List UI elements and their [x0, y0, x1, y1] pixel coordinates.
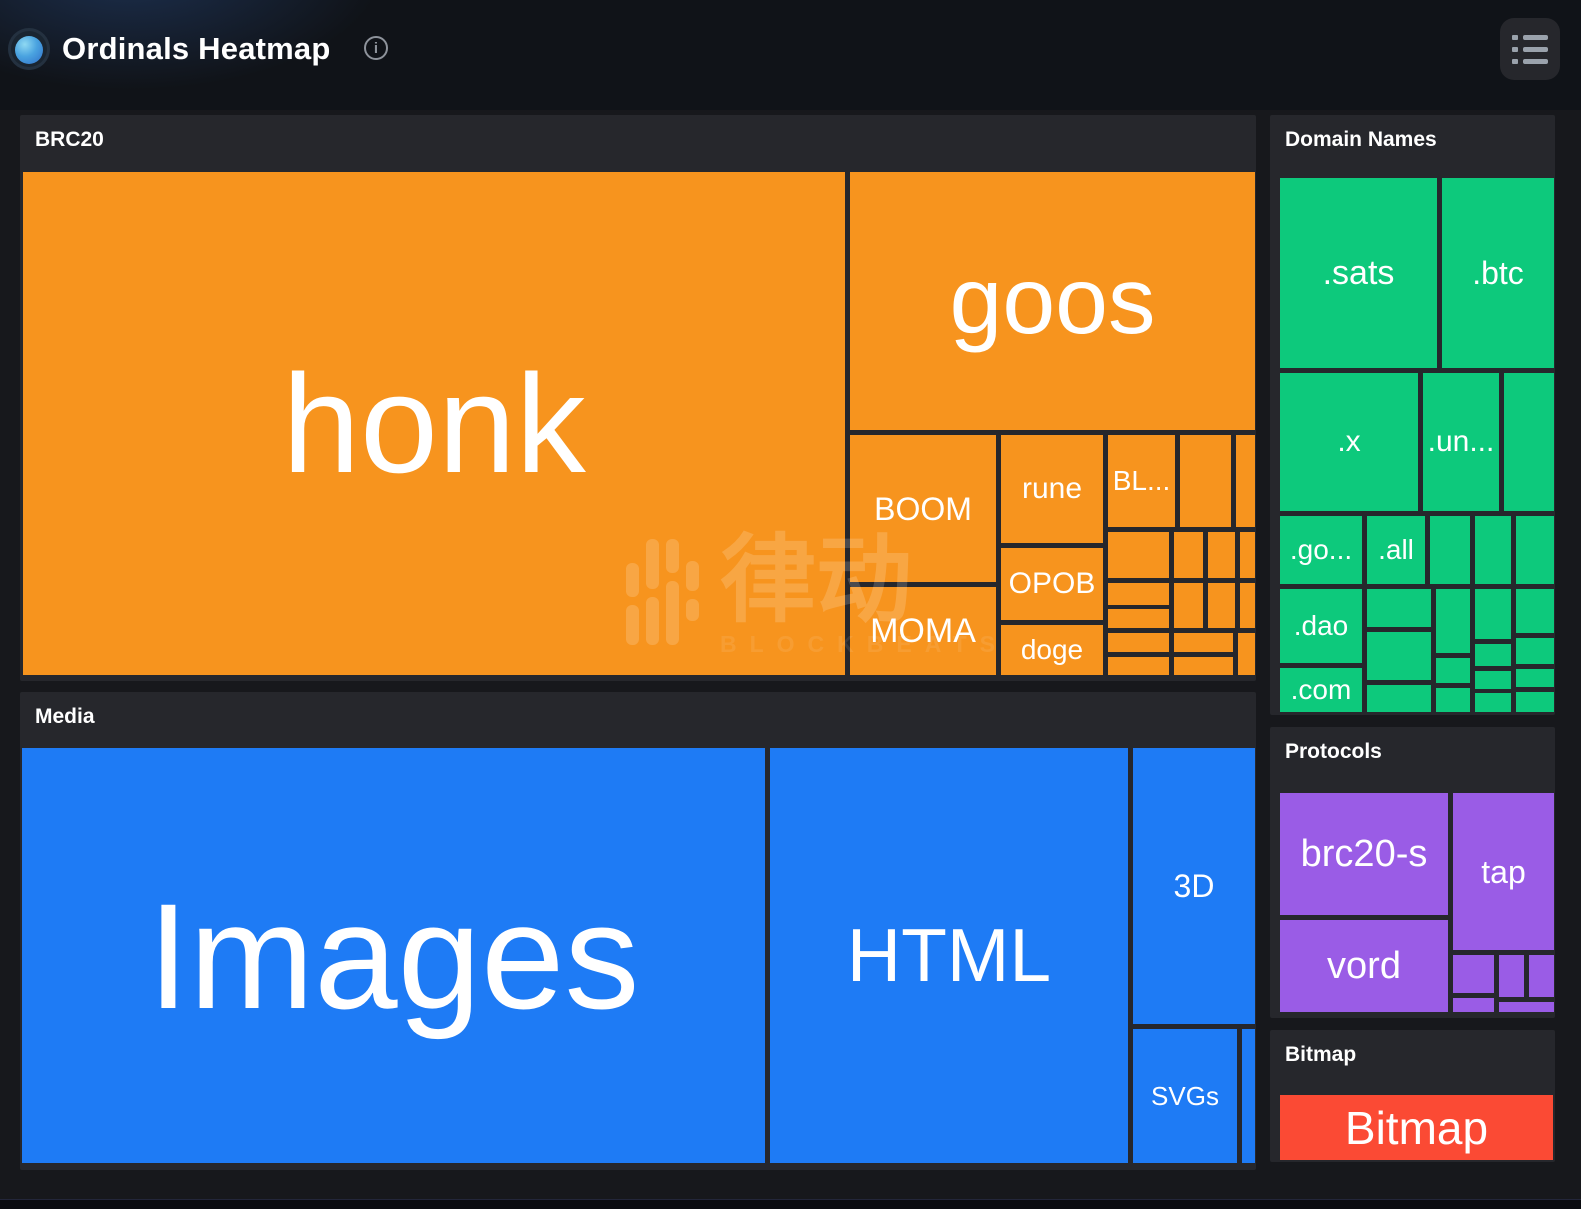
section-media: Media Images HTML 3D SVGs: [20, 692, 1256, 1170]
treemap-cell-html[interactable]: HTML: [770, 748, 1128, 1163]
treemap-cell[interactable]: [1108, 609, 1169, 628]
treemap-cell[interactable]: [1475, 589, 1511, 639]
section-bitmap: Bitmap Bitmap: [1270, 1030, 1555, 1162]
treemap-cell[interactable]: [1180, 435, 1231, 527]
treemap-cell[interactable]: [1453, 998, 1494, 1012]
treemap-cell[interactable]: [1108, 657, 1169, 675]
treemap-cell[interactable]: [1516, 669, 1554, 687]
treemap-cell[interactable]: [1475, 693, 1511, 712]
treemap-cell-all[interactable]: .all: [1367, 516, 1425, 584]
treemap-cell[interactable]: [1436, 688, 1470, 712]
treemap-cell[interactable]: [1208, 532, 1235, 578]
page-title: Ordinals Heatmap: [62, 31, 331, 66]
list-menu-icon: [1512, 34, 1548, 40]
treemap-cell[interactable]: [1367, 589, 1431, 627]
ordinals-heatmap-app: Ordinals Heatmap i BRC20 honk goos BOOM MOMA…: [0, 0, 1581, 1209]
treemap-cell[interactable]: [1516, 589, 1554, 633]
treemap-cell-doge[interactable]: doge: [1001, 625, 1103, 675]
app-logo-icon: [8, 28, 50, 70]
treemap-cell[interactable]: [1208, 583, 1235, 628]
section-title-brc20: BRC20: [35, 128, 104, 151]
treemap-cell[interactable]: [1174, 633, 1233, 652]
treemap-cell-svgs[interactable]: SVGs: [1133, 1029, 1237, 1163]
treemap-cell-com[interactable]: .com: [1280, 668, 1362, 712]
treemap-cell[interactable]: [1475, 644, 1511, 666]
treemap-cell-bl[interactable]: BL...: [1108, 435, 1175, 527]
section-title-media: Media: [35, 705, 95, 728]
treemap-cell-x[interactable]: .x: [1280, 373, 1418, 511]
info-icon[interactable]: i: [364, 36, 388, 60]
treemap-cell[interactable]: [1174, 583, 1203, 628]
treemap-cell[interactable]: [1516, 638, 1554, 664]
section-title-bitmap: Bitmap: [1285, 1043, 1357, 1066]
treemap-cell[interactable]: [1236, 435, 1255, 527]
treemap-cell-btc[interactable]: .btc: [1442, 178, 1554, 368]
section-title-protocols: Protocols: [1285, 740, 1382, 763]
treemap-cell-images[interactable]: Images: [22, 748, 765, 1163]
treemap-cell[interactable]: [1108, 532, 1169, 578]
treemap-cell[interactable]: [1436, 658, 1470, 683]
treemap-cell-rune[interactable]: rune: [1001, 435, 1103, 543]
section-protocols: Protocols brc20-s vord tap: [1270, 727, 1555, 1018]
treemap-cell-tap[interactable]: tap: [1453, 793, 1554, 950]
treemap-cell[interactable]: [1475, 671, 1511, 689]
treemap-cell-un[interactable]: .un...: [1423, 373, 1499, 511]
treemap-cell[interactable]: [1174, 657, 1233, 675]
top-bar: Ordinals Heatmap i: [0, 0, 1581, 110]
treemap-cell-go[interactable]: .go...: [1280, 516, 1362, 584]
treemap-cell-boom[interactable]: BOOM: [850, 435, 996, 582]
treemap-cell[interactable]: [1475, 516, 1511, 584]
section-title-domain-names: Domain Names: [1285, 128, 1437, 151]
menu-button[interactable]: [1500, 18, 1560, 80]
treemap-cell[interactable]: [1504, 373, 1554, 511]
treemap-cell-sats[interactable]: .sats: [1280, 178, 1437, 368]
treemap-cell[interactable]: [1174, 532, 1203, 578]
treemap-cell[interactable]: [1238, 633, 1255, 675]
treemap-cell[interactable]: [1108, 633, 1169, 652]
treemap-cell-goos[interactable]: goos: [850, 172, 1255, 430]
treemap-cell[interactable]: [1367, 632, 1431, 680]
section-domain-names: Domain Names .sats .btc .x .un... .go... .all.…: [1270, 115, 1555, 715]
treemap-cell[interactable]: [1499, 1002, 1554, 1012]
treemap-cell-honk[interactable]: honk: [23, 172, 845, 675]
treemap-cell[interactable]: [1240, 583, 1255, 628]
treemap-cell-dao[interactable]: .dao: [1280, 589, 1362, 663]
treemap-cell[interactable]: [1108, 583, 1169, 605]
treemap-cell[interactable]: [1436, 589, 1470, 653]
treemap-cell[interactable]: [1367, 685, 1431, 712]
section-brc20: BRC20 honk goos BOOM MOMA rune OPOB doge BL...: [20, 115, 1256, 681]
blue-orb-icon: [15, 36, 43, 64]
bottom-edge: [0, 1199, 1581, 1209]
treemap-cell[interactable]: [1516, 516, 1554, 584]
treemap-cell-brc20-s[interactable]: brc20-s: [1280, 793, 1448, 915]
treemap-cell-opob[interactable]: OPOB: [1001, 548, 1103, 620]
treemap-cell[interactable]: [1240, 532, 1255, 578]
treemap-cell[interactable]: [1516, 692, 1554, 712]
treemap-cell[interactable]: [1242, 1029, 1255, 1163]
treemap-cell[interactable]: [1430, 516, 1470, 584]
treemap-cell[interactable]: [1499, 955, 1524, 997]
treemap-cell-vord[interactable]: vord: [1280, 920, 1448, 1012]
treemap-cell-bitmap[interactable]: Bitmap: [1280, 1095, 1553, 1160]
treemap-cell-moma[interactable]: MOMA: [850, 587, 996, 675]
treemap-cell-3d[interactable]: 3D: [1133, 748, 1255, 1024]
treemap-cell[interactable]: [1453, 955, 1494, 993]
treemap-cell[interactable]: [1529, 955, 1554, 997]
